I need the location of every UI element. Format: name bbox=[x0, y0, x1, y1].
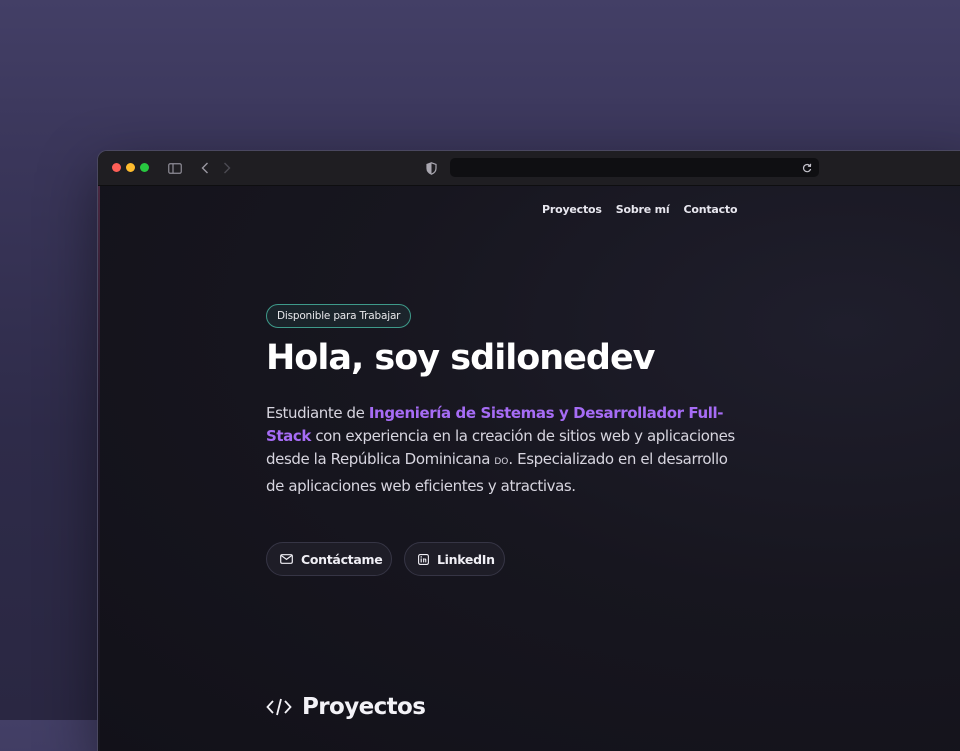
linkedin-icon bbox=[418, 553, 429, 565]
projects-heading-label: Proyectos bbox=[302, 694, 426, 720]
nav-link-proyectos[interactable]: Proyectos bbox=[542, 203, 602, 216]
shield-icon[interactable] bbox=[423, 159, 439, 177]
zoom-window-button[interactable] bbox=[140, 163, 149, 172]
nav-link-sobre-mi[interactable]: Sobre mí bbox=[616, 203, 670, 216]
close-window-button[interactable] bbox=[112, 163, 121, 172]
linkedin-button[interactable]: LinkedIn bbox=[404, 542, 505, 576]
linkedin-button-label: LinkedIn bbox=[437, 551, 495, 567]
availability-badge: Disponible para Trabajar bbox=[266, 304, 412, 328]
browser-window: Proyectos Sobre mí Contacto Disponible p… bbox=[97, 150, 960, 751]
page-content: Proyectos Sobre mí Contacto Disponible p… bbox=[98, 186, 960, 751]
top-navigation: Proyectos Sobre mí Contacto bbox=[542, 203, 738, 216]
forward-icon[interactable] bbox=[220, 159, 234, 177]
contact-button-label: Contáctame bbox=[301, 551, 383, 567]
address-bar[interactable] bbox=[450, 158, 819, 177]
reload-icon[interactable] bbox=[800, 160, 814, 175]
mail-icon bbox=[280, 554, 293, 564]
back-icon[interactable] bbox=[198, 159, 212, 177]
page-edge-accent bbox=[98, 186, 100, 751]
hero-description: Estudiante de Ingeniería de Sistemas y D… bbox=[266, 402, 736, 498]
country-flag: DO bbox=[494, 457, 509, 468]
minimize-window-button[interactable] bbox=[126, 163, 135, 172]
hero-title: Hola, soy sdilonedev bbox=[266, 338, 655, 378]
contact-button[interactable]: Contáctame bbox=[266, 542, 392, 576]
browser-toolbar bbox=[98, 151, 960, 186]
nav-link-contacto[interactable]: Contacto bbox=[683, 203, 737, 216]
code-icon bbox=[266, 697, 292, 717]
description-text: Estudiante de bbox=[266, 404, 369, 422]
sidebar-toggle-icon[interactable] bbox=[166, 159, 184, 177]
projects-section-heading: Proyectos bbox=[266, 694, 426, 720]
